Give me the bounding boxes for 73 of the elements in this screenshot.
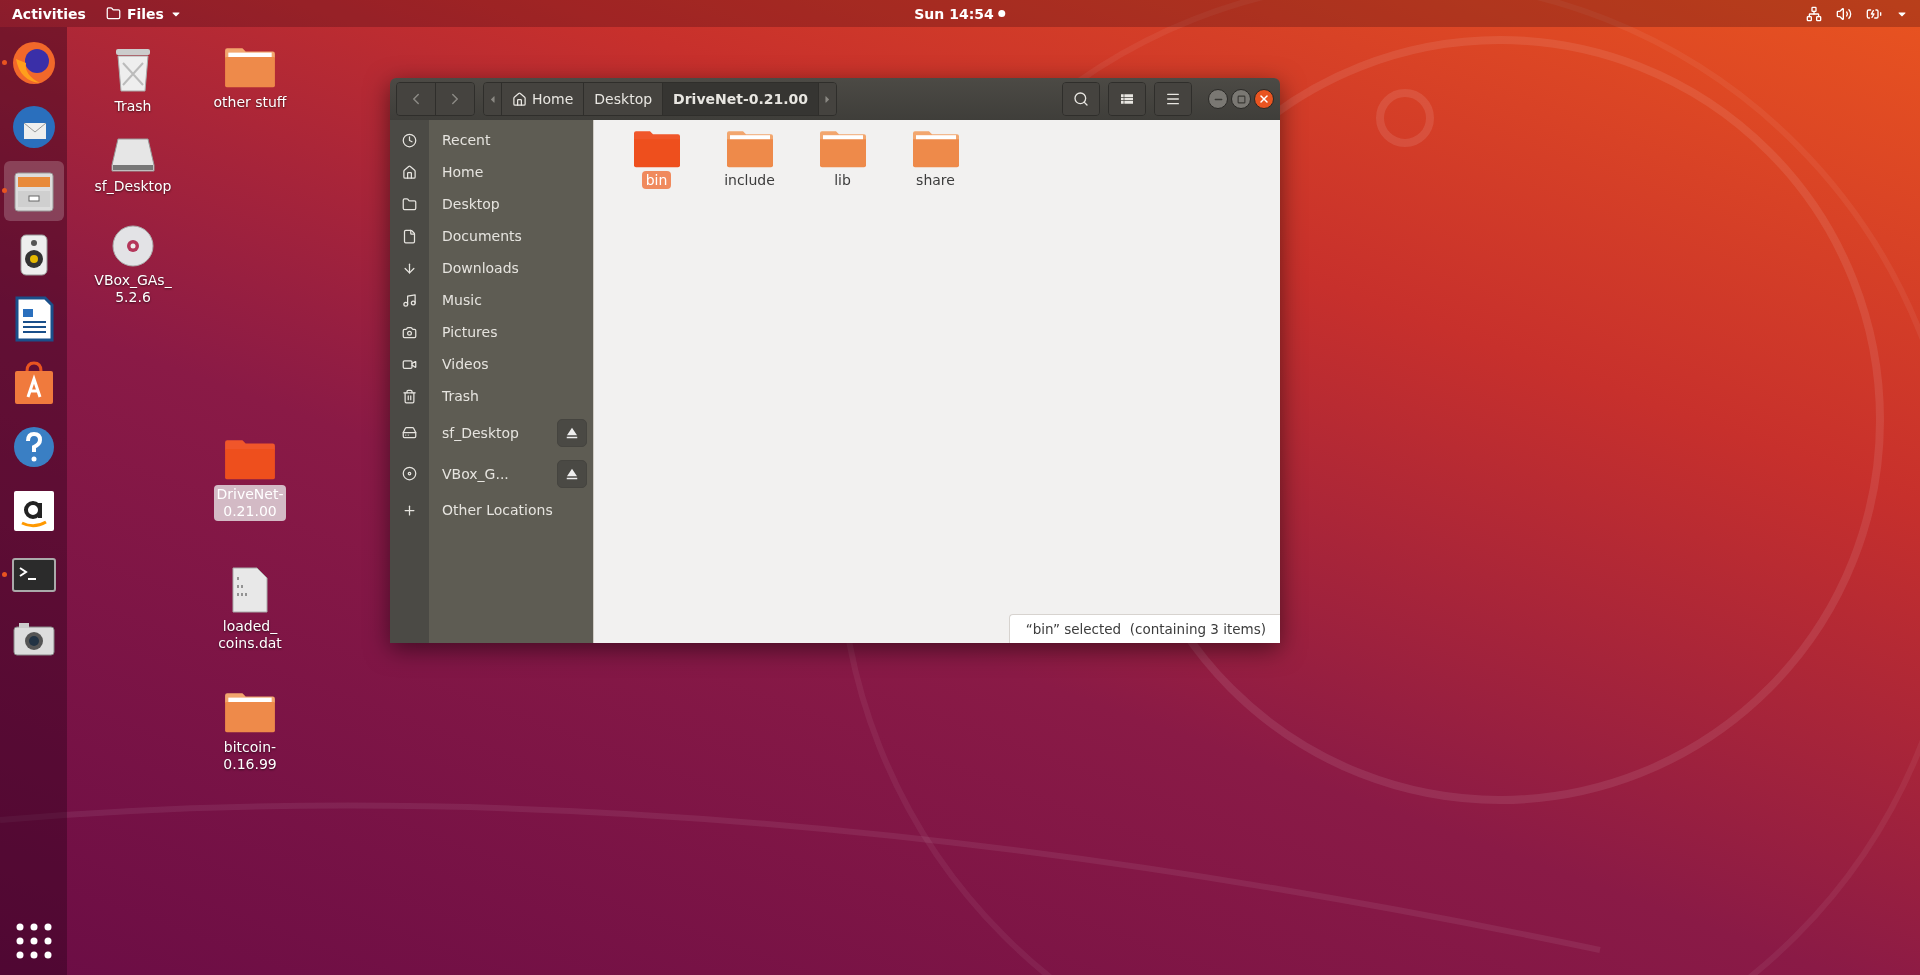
- dock-item[interactable]: [3, 161, 64, 221]
- volume-icon[interactable]: [1836, 5, 1852, 22]
- minimize-button[interactable]: [1208, 89, 1228, 109]
- sidebar-item[interactable]: Other Locations: [442, 502, 587, 518]
- music-note-icon: [402, 292, 417, 308]
- desktop-icon-label[interactable]: Trash: [111, 97, 155, 116]
- path-button[interactable]: Home: [502, 83, 585, 115]
- clock[interactable]: Sun 14:54: [914, 5, 994, 22]
- menu-button[interactable]: [1155, 83, 1191, 115]
- path-button[interactable]: Desktop: [584, 83, 664, 115]
- folder-icon: [725, 130, 774, 169]
- search-icon: [1073, 91, 1089, 107]
- folder-icon: [818, 130, 867, 169]
- sidebar-item[interactable]: Pictures: [442, 324, 587, 340]
- sidebar-item[interactable]: Documents: [442, 228, 587, 244]
- folder-icon: [911, 130, 960, 169]
- menu-icon: [1165, 91, 1181, 107]
- drive-icon: [402, 425, 417, 440]
- folder-icon: [224, 47, 276, 89]
- running-dot: [1, 188, 7, 193]
- home-icon: [512, 91, 527, 107]
- disc-icon: [112, 225, 154, 267]
- sidebar-item[interactable]: Home: [442, 164, 587, 180]
- desktop-icon-label[interactable]: sf_Desktop: [91, 177, 175, 196]
- file-name[interactable]: lib: [830, 171, 855, 190]
- sidebar-item[interactable]: VBox_G...: [442, 465, 557, 482]
- close-icon: [1258, 93, 1270, 105]
- running-dot: [1, 572, 7, 577]
- sidebar-item[interactable]: sf_Desktop: [442, 424, 557, 441]
- trash-icon: [402, 388, 417, 404]
- view-button[interactable]: [1109, 83, 1145, 115]
- file-name[interactable]: share: [912, 171, 959, 190]
- trash-can-icon: [113, 47, 153, 93]
- running-dot: [1, 60, 7, 65]
- activities-button[interactable]: Activities: [12, 5, 86, 22]
- close-button[interactable]: [1254, 89, 1274, 109]
- desktop-icon-label[interactable]: other stuff: [210, 92, 290, 112]
- sidebar-item[interactable]: Desktop: [442, 196, 587, 212]
- search-button[interactable]: [1063, 83, 1099, 115]
- network-icon[interactable]: [1806, 5, 1822, 22]
- folder-icon: [402, 196, 417, 212]
- camera-icon: [402, 324, 417, 340]
- scroll-left-button[interactable]: [484, 83, 502, 115]
- arrow-down-icon: [402, 260, 417, 276]
- clock-icon: [402, 132, 417, 148]
- sidebar-item[interactable]: Recent: [442, 132, 587, 148]
- desktop-icon-label[interactable]: VBox_GAs_ 5.2.6: [91, 271, 175, 307]
- drive-icon: [110, 137, 156, 173]
- plus-icon: [402, 502, 417, 518]
- eject-button[interactable]: [557, 459, 587, 488]
- sidebar-item[interactable]: Videos: [442, 356, 587, 372]
- app-menu[interactable]: Files: [105, 5, 182, 22]
- folder-icon: [224, 692, 276, 734]
- path-button[interactable]: DriveNet-0.21.00: [663, 83, 820, 115]
- desktop-icon-label[interactable]: loaded_ coins.dat: [215, 617, 285, 653]
- disc-icon: [402, 466, 417, 481]
- app-grid-button[interactable]: [14, 921, 54, 961]
- sidebar-item[interactable]: Trash: [442, 388, 587, 404]
- status-bubble: “bin” selected (containing 3 items): [1008, 614, 1280, 643]
- sidebar-item[interactable]: Music: [442, 292, 587, 308]
- folder-icon: [224, 439, 276, 481]
- sidebar-item[interactable]: Downloads: [442, 260, 587, 276]
- maximize-icon: [1236, 94, 1246, 104]
- home-icon: [402, 164, 417, 180]
- list-view-icon: [1119, 91, 1135, 107]
- desktop-icon-label[interactable]: bitcoin- 0.16.99: [220, 737, 280, 774]
- eject-button[interactable]: [557, 418, 587, 447]
- binary-file-icon: [232, 567, 268, 613]
- file-name[interactable]: include: [720, 171, 779, 190]
- folder-icon: [632, 130, 681, 169]
- dot-grid-icon: [14, 921, 54, 961]
- document-icon: [402, 228, 417, 244]
- scroll-right-button[interactable]: [819, 83, 837, 115]
